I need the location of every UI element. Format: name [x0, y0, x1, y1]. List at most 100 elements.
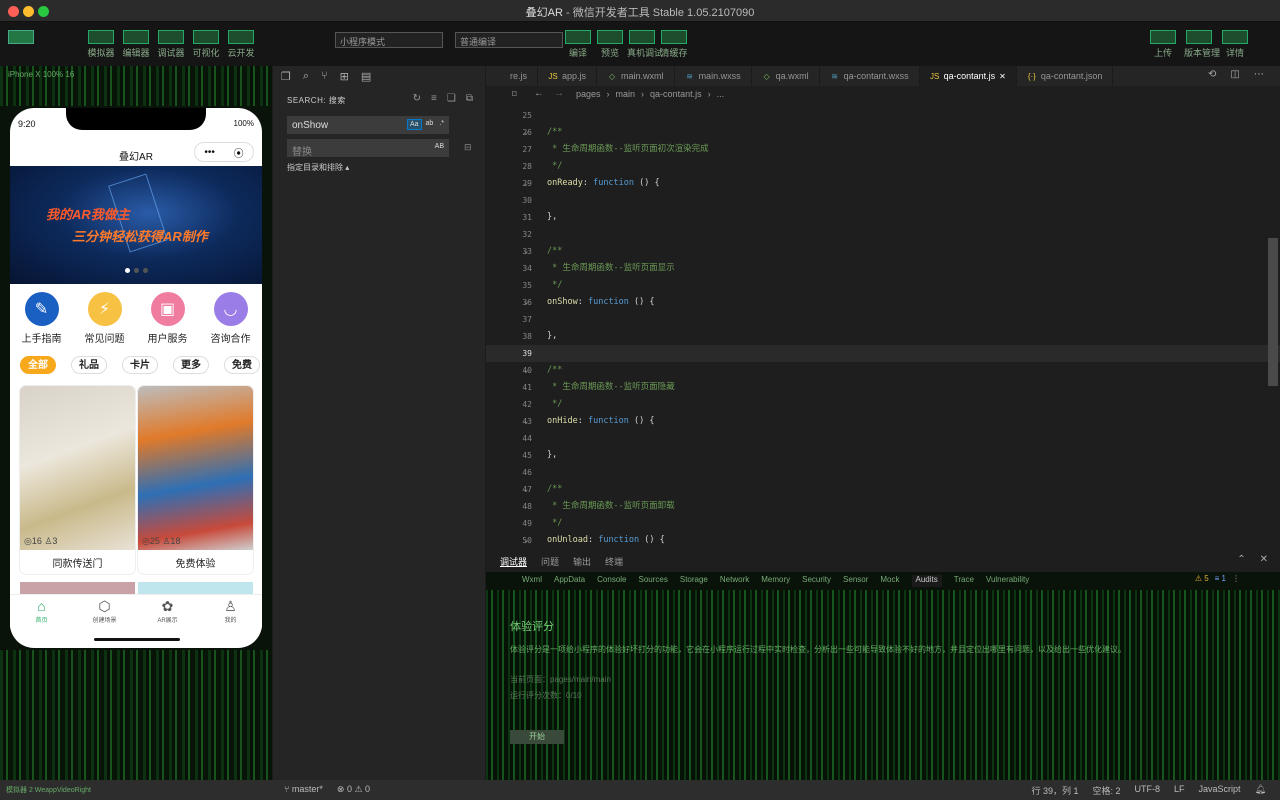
code-line[interactable]: 30 [486, 192, 1280, 209]
code-line[interactable]: 34 * 生命周期函数--监听页面显示 [486, 260, 1280, 277]
tab-cube[interactable]: ⬡ 创建场景 [80, 595, 130, 630]
devtools-tab[interactable]: Trace [954, 575, 974, 587]
breadcrumb-item[interactable]: ... [717, 89, 725, 101]
fold-chevron-icon[interactable]: ⌄ [524, 175, 534, 192]
search-input[interactable]: onShow Aa ab .* [287, 116, 449, 134]
fold-chevron-icon[interactable]: ⌄ [524, 413, 534, 430]
compare-icon[interactable]: ⟲ [1208, 69, 1216, 80]
devtools-tab[interactable]: Storage [680, 575, 708, 587]
panel-tab[interactable]: 终端 [605, 555, 623, 567]
quick-entry[interactable]: ✎ 上手指南 [12, 290, 72, 350]
code-editor[interactable]: 25 26 ⌄/** 27 * 生命周期函数--监听页面初次渲染完成 28 */29 ⌄ o… [486, 104, 1280, 550]
close-icon[interactable]: ⦿ [234, 145, 244, 160]
build-button-1[interactable]: 预览 [595, 30, 625, 58]
editor-tab[interactable]: JS qa-contant.js ✕ [919, 66, 1017, 86]
refresh-icon[interactable]: ↻ [413, 93, 421, 104]
quick-entry[interactable]: ▣ 用户服务 [138, 290, 198, 350]
devtools-tab[interactable]: Security [802, 575, 831, 587]
code-line[interactable]: 27 * 生命周期函数--监听页面初次渲染完成 [486, 141, 1280, 158]
start-audit-button[interactable]: 开始 [510, 730, 564, 744]
view-button-1[interactable]: 编辑器 [121, 30, 151, 58]
quick-entry[interactable]: ◡ 咨询合作 [201, 290, 261, 350]
regex-toggle[interactable]: .* [437, 119, 446, 130]
quick-entry[interactable]: ⚡ 常见问题 [75, 290, 135, 350]
banner-dot[interactable] [133, 268, 139, 273]
branch-indicator[interactable]: ⑂ master* [284, 784, 323, 795]
fold-chevron-icon[interactable]: ⌄ [524, 362, 534, 379]
editor-tab[interactable]: ≋ qa-contant.wxss [820, 66, 920, 86]
back-icon[interactable]: ← [534, 88, 544, 99]
code-line[interactable]: 29 ⌄ onReady: function () { [486, 175, 1280, 192]
editor-tab[interactable]: JS app.js [538, 66, 598, 86]
more-icon[interactable]: ••• [204, 147, 215, 158]
view-button-0[interactable]: 模拟器 [86, 30, 116, 58]
compile-select[interactable]: 普通编译 [455, 32, 563, 48]
editor-tab[interactable]: ◇ main.wxml [597, 66, 675, 86]
tab-lotus[interactable]: ✿ AR展示 [143, 595, 193, 630]
clear-results-icon[interactable]: ≡ [431, 93, 437, 104]
devtools-tab[interactable]: AppData [554, 575, 585, 587]
cursor-position[interactable]: 行 39，列 1 [1031, 784, 1078, 797]
category-tab[interactable]: 免费 [224, 356, 260, 374]
notifications-icon[interactable]: 🔔︎ [1255, 784, 1266, 797]
code-line[interactable]: 25 [486, 107, 1280, 124]
split-editor-icon[interactable]: ◫ [1230, 69, 1239, 80]
code-line[interactable]: 43 ⌄ onHide: function () { [486, 413, 1280, 430]
view-button-3[interactable]: 可视化 [191, 30, 221, 58]
code-line[interactable]: 49 */ [486, 515, 1280, 532]
code-line[interactable]: 40 ⌄/** [486, 362, 1280, 379]
publish-button-1[interactable]: 版本管理 [1184, 30, 1220, 58]
code-line[interactable]: 38}, [486, 328, 1280, 345]
devtools-tab[interactable]: Network [720, 575, 749, 587]
fold-chevron-icon[interactable]: ⌄ [524, 481, 534, 498]
view-button-2[interactable]: 调试器 [156, 30, 186, 58]
tab-home[interactable]: ⌂ 首页 [17, 595, 67, 630]
devtools-tab[interactable]: Sensor [843, 575, 868, 587]
banner-dot[interactable] [142, 268, 148, 273]
category-tab[interactable]: 全部 [20, 356, 56, 374]
warning-badge[interactable]: ⚠ 5 [1195, 574, 1209, 583]
search-icon[interactable]: ⌕ [303, 70, 309, 82]
code-line[interactable]: 48 * 生命周期函数--监听页面卸载 [486, 498, 1280, 515]
devtools-tab[interactable]: Console [597, 575, 626, 587]
source-control-icon[interactable]: ⑂ [321, 70, 328, 82]
code-line[interactable]: 42 */ [486, 396, 1280, 413]
debug-icon[interactable]: ▤ [361, 70, 371, 83]
breadcrumb-item[interactable]: pages [576, 89, 601, 101]
close-panel-icon[interactable]: ✕ [1260, 554, 1268, 565]
panel-tab[interactable]: 调试器 [500, 555, 528, 567]
code-line[interactable]: 26 ⌄/** [486, 124, 1280, 141]
category-tab[interactable]: 卡片 [122, 356, 158, 374]
banner-dot[interactable] [124, 268, 130, 273]
whole-word-toggle[interactable]: ab [424, 119, 436, 130]
code-line[interactable]: 46 [486, 464, 1280, 481]
code-line[interactable]: 32 [486, 226, 1280, 243]
code-line[interactable]: 50 ⌄ onUnload: function () { [486, 532, 1280, 549]
replace-all-icon[interactable]: ⊟ [464, 142, 472, 153]
code-line[interactable]: 33 ⌄/** [486, 243, 1280, 260]
maximize-panel-icon[interactable]: ⌃ [1237, 554, 1245, 565]
more-actions-icon[interactable]: ⋯ [1254, 69, 1264, 80]
build-button-0[interactable]: 编译 [563, 30, 593, 58]
code-line[interactable]: 39 [486, 345, 1280, 362]
code-line[interactable]: 41 * 生命周期函数--监听页面隐藏 [486, 379, 1280, 396]
devtools-tab[interactable]: Wxml [522, 575, 542, 587]
code-line[interactable]: 35 */ [486, 277, 1280, 294]
more-icon[interactable]: ⋮ [1232, 574, 1240, 583]
forward-icon[interactable]: → [554, 88, 564, 99]
code-line[interactable]: 28 */ [486, 158, 1280, 175]
editor-tab[interactable]: ≋ main.wxss [675, 66, 752, 86]
fold-chevron-icon[interactable]: ⌄ [524, 124, 534, 141]
code-line[interactable]: 31}, [486, 209, 1280, 226]
devtools-tab[interactable]: Vulnerability [986, 575, 1029, 587]
fold-chevron-icon[interactable]: ⌄ [524, 294, 534, 311]
fold-chevron-icon[interactable]: ⌄ [524, 243, 534, 260]
bookmark-icon[interactable]: ⌑ [512, 89, 517, 100]
panel-tab[interactable]: 输出 [573, 555, 591, 567]
match-case-toggle[interactable]: Aa [406, 119, 422, 130]
preserve-case-toggle[interactable]: AB [433, 142, 446, 151]
category-tab[interactable]: 更多 [173, 356, 209, 374]
mode-select[interactable]: 小程序模式 [335, 32, 443, 48]
devtools-tab[interactable]: Audits [911, 575, 942, 587]
devtools-tab[interactable]: Sources [639, 575, 668, 587]
